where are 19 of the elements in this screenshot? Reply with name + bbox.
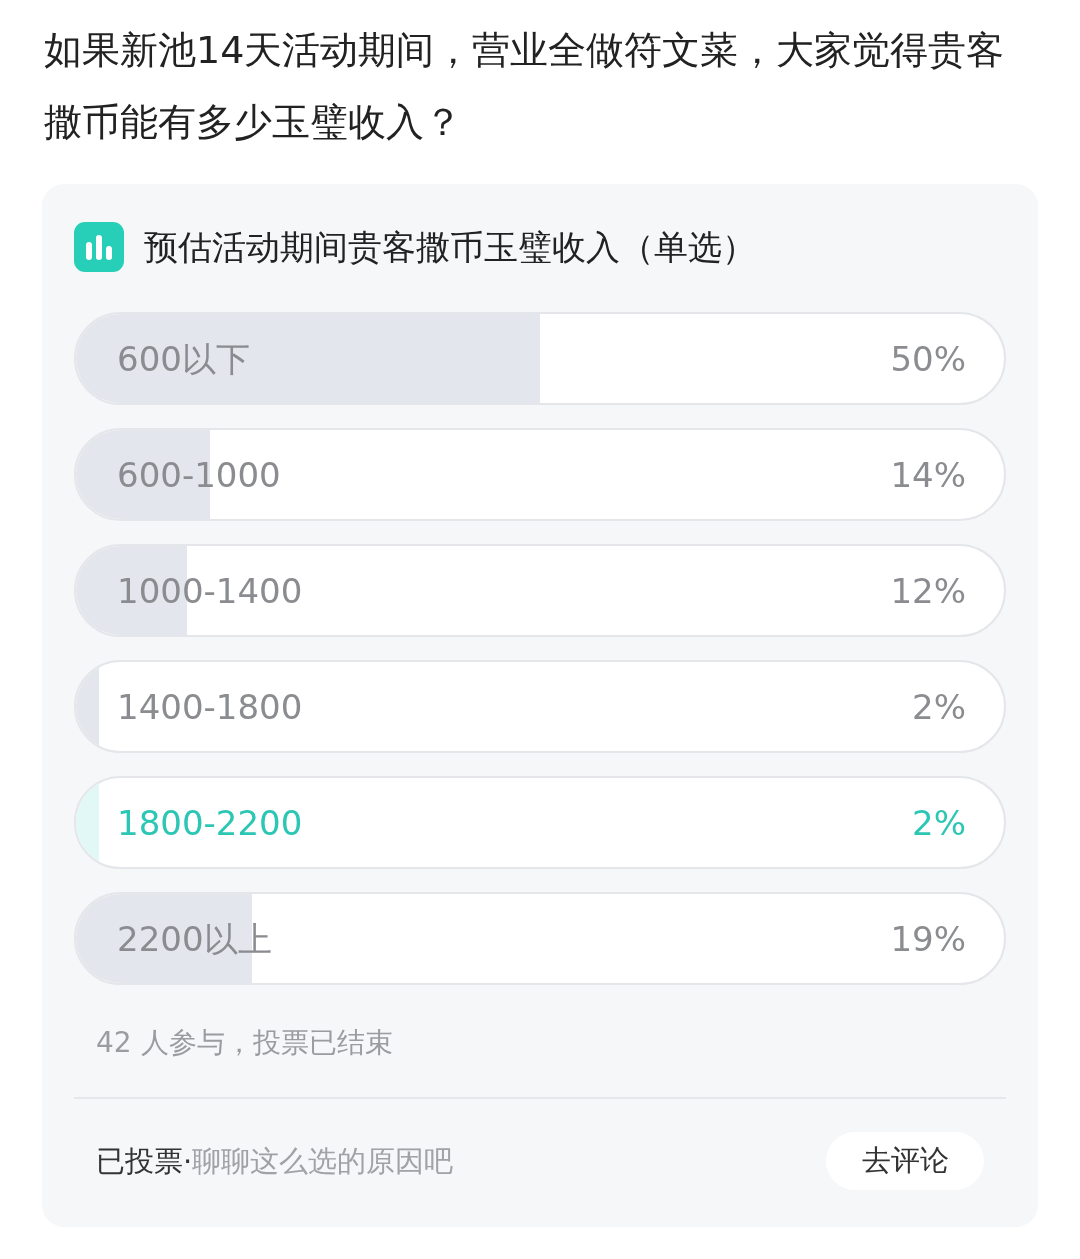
option-label: 2200以上 bbox=[117, 917, 272, 961]
bar-chart-icon bbox=[74, 222, 124, 272]
option-percent: 50% bbox=[890, 337, 966, 381]
option-percent: 14% bbox=[890, 453, 966, 497]
option-label: 1400-1800 bbox=[117, 685, 303, 729]
option-percent: 19% bbox=[890, 917, 966, 961]
option-label: 600以下 bbox=[117, 337, 250, 381]
option-percent: 2% bbox=[912, 685, 966, 729]
poll-title: 预估活动期间贵客撒币玉璧收入（单选） bbox=[144, 226, 756, 269]
option-label: 1000-1400 bbox=[117, 569, 303, 613]
option-percent: 12% bbox=[890, 569, 966, 613]
question-text: 如果新池14天活动期间，营业全做符文菜，大家觉得贵客撒币能有多少玉璧收入？ bbox=[44, 27, 1006, 146]
option-label: 1800-2200 bbox=[117, 801, 303, 845]
option-percent: 2% bbox=[912, 801, 966, 845]
comment-button[interactable]: 去评论 bbox=[826, 1132, 984, 1190]
participation-text: 42 人参与，投票已结束 bbox=[95, 1025, 394, 1061]
vote-status: 已投票· bbox=[96, 1143, 193, 1180]
option-label: 600-1000 bbox=[117, 453, 281, 497]
comment-prompt: 聊聊这么选的原因吧 bbox=[192, 1143, 454, 1180]
